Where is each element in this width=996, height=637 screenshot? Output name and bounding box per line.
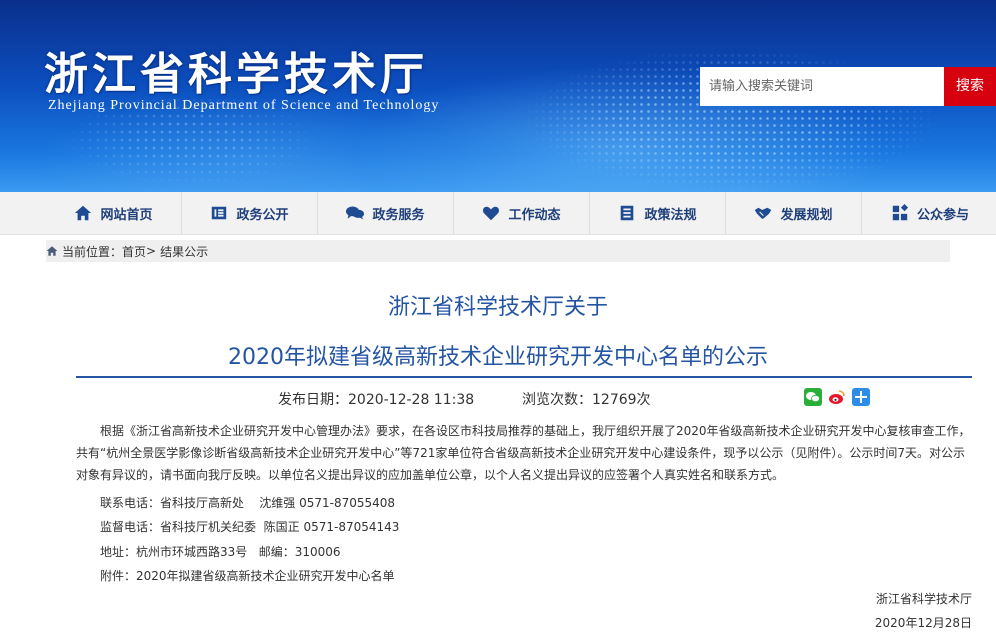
main-nav: 网站首页 政务公开 政务服务 工作动态 政策法规 发展规划 公众参与	[0, 192, 996, 235]
article-title-line1: 浙江省科学技术厅关于	[387, 295, 608, 320]
view-count-value: 12769次	[592, 392, 651, 408]
publish-date-label: 发布日期：	[278, 392, 348, 408]
sign-date: 2020年12月28日	[874, 616, 972, 630]
breadcrumb-separator: >	[146, 244, 157, 258]
nav-item-planning[interactable]: 发展规划	[726, 192, 862, 234]
publish-date: 发布日期：2020-12-28 11:38	[278, 389, 474, 409]
list-icon	[621, 205, 634, 221]
weibo-icon[interactable]	[828, 388, 846, 406]
contact-phone: 联系电话：省科技厅高新处 沈维强 0571-87055408	[100, 496, 396, 510]
nav-item-label: 政务公开	[236, 207, 289, 223]
supervision-phone: 监督电话：省科技厅机关纪委 陈国正 0571-87054143	[100, 520, 400, 534]
site-subtitle: Zhejiang Provincial Department of Scienc…	[48, 98, 440, 113]
document-icon	[212, 206, 227, 220]
nav-item-gov-affairs[interactable]: 政务公开	[182, 192, 318, 234]
view-count-label: 浏览次数：	[522, 392, 592, 408]
nav-item-label: 政策法规	[644, 207, 697, 223]
nav-item-label: 政务服务	[372, 207, 425, 223]
site-banner: 浙江省科学技术厅 Zhejiang Provincial Department …	[0, 0, 996, 192]
site-title[interactable]: 浙江省科学技术厅	[44, 38, 428, 102]
breadcrumb: 当前位置： 首页 > 结果公示	[46, 240, 950, 262]
participate-icon	[892, 204, 909, 221]
publish-date-value: 2020-12-28 11:38	[348, 392, 475, 408]
title-divider	[76, 376, 972, 378]
handshake-icon	[755, 207, 772, 219]
chat-icon	[346, 206, 365, 220]
signature: 浙江省科学技术厅	[875, 592, 972, 606]
search-button[interactable]: 搜索	[944, 67, 996, 106]
nav-item-policies[interactable]: 政策法规	[590, 192, 726, 234]
breadcrumb-current[interactable]: 结果公示	[160, 243, 208, 260]
heart-icon	[483, 206, 500, 221]
nav-item-work-news[interactable]: 工作动态	[454, 192, 590, 234]
wechat-icon[interactable]	[804, 388, 822, 406]
breadcrumb-prefix: 当前位置：	[62, 244, 123, 259]
address-line: 地址：杭州市环城西路33号 邮编：310006	[100, 545, 341, 559]
home-icon	[46, 246, 58, 256]
nav-item-home[interactable]: 网站首页	[46, 192, 182, 234]
nav-item-label: 网站首页	[100, 207, 153, 223]
nav-item-gov-services[interactable]: 政务服务	[318, 192, 454, 234]
view-count: 浏览次数：12769次	[522, 389, 651, 409]
breadcrumb-home-link[interactable]: 首页	[122, 243, 146, 260]
home-icon	[75, 205, 92, 221]
article-paragraph: 根据《浙江省高新技术企业研究开发中心管理办法》要求，在各设区市科技局推荐的基础上…	[76, 424, 971, 482]
nav-item-public-participation[interactable]: 公众参与	[862, 192, 996, 234]
article-title-line2: 2020年拟建省级高新技术企业研究开发中心名单的公示	[228, 345, 768, 370]
attachment-link[interactable]: 附件：2020年拟建省级高新技术企业研究开发中心名单	[100, 567, 395, 584]
nav-item-label: 工作动态	[508, 207, 561, 223]
nav-item-label: 公众参与	[916, 207, 969, 223]
nav-item-label: 发展规划	[780, 207, 833, 223]
more-share-icon[interactable]	[852, 388, 870, 406]
search-input[interactable]	[700, 67, 944, 106]
article-body: 根据《浙江省高新技术企业研究开发中心管理办法》要求，在各设区市科技局推荐的基础上…	[76, 420, 974, 486]
